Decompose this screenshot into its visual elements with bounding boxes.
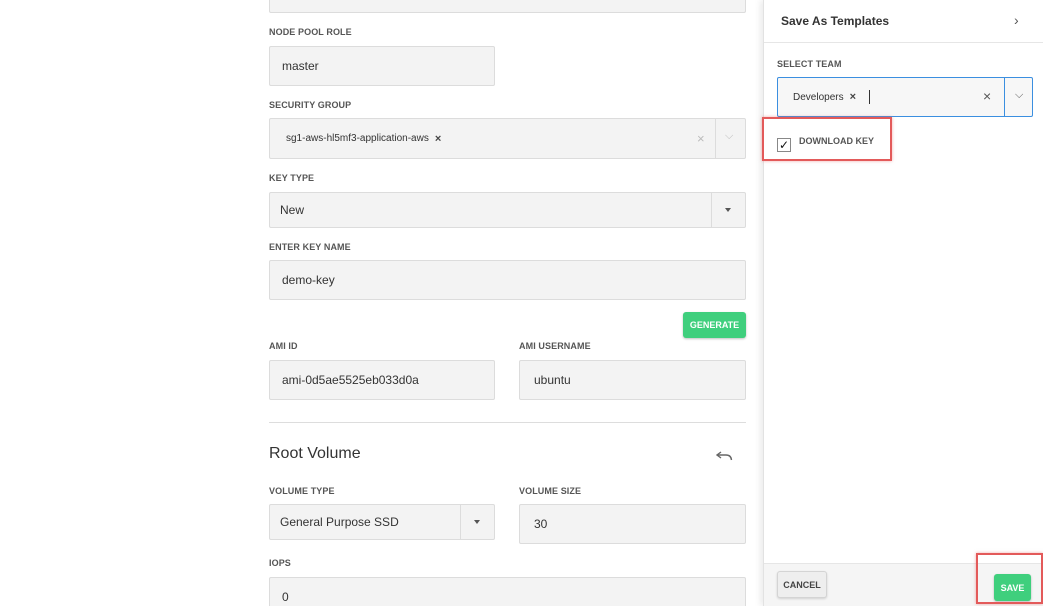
node-pool-role-input[interactable]: master bbox=[269, 46, 495, 86]
volume-size-input[interactable]: 30 bbox=[519, 504, 746, 544]
ami-username-label: AMI USERNAME bbox=[519, 341, 591, 351]
ami-id-input[interactable]: ami-0d5ae5525eb033d0a bbox=[269, 360, 495, 400]
team-chip: Developers × bbox=[793, 91, 856, 103]
save-button[interactable]: SAVE bbox=[994, 574, 1031, 601]
panel-footer: CANCEL SAVE bbox=[764, 563, 1043, 606]
volume-type-label: VOLUME TYPE bbox=[269, 486, 335, 496]
page: NODE POOL ROLE master SECURITY GROUP sg1… bbox=[0, 0, 1043, 606]
cancel-button[interactable]: CANCEL bbox=[777, 571, 827, 598]
download-key-option[interactable]: ✓ DOWNLOAD KEY bbox=[777, 130, 874, 152]
key-name-value: demo-key bbox=[282, 273, 335, 287]
remove-chip-icon[interactable]: × bbox=[850, 91, 856, 103]
download-key-checkbox[interactable]: ✓ bbox=[777, 138, 791, 152]
volume-type-value: General Purpose SSD bbox=[280, 515, 399, 529]
node-pool-role-label: NODE POOL ROLE bbox=[269, 27, 352, 37]
key-type-label: KEY TYPE bbox=[269, 173, 315, 183]
key-type-value: New bbox=[280, 203, 305, 217]
volume-type-select[interactable]: General Purpose SSD bbox=[269, 504, 495, 540]
caret-down-icon[interactable] bbox=[474, 520, 480, 524]
download-key-label: DOWNLOAD KEY bbox=[799, 136, 874, 146]
divider bbox=[711, 193, 712, 227]
select-team-input[interactable]: Developers × × ⌵ bbox=[777, 77, 1033, 117]
clear-icon[interactable]: × bbox=[697, 131, 705, 146]
panel-title: Save As Templates bbox=[781, 14, 890, 28]
chevron-right-icon[interactable]: › bbox=[1014, 12, 1019, 28]
divider bbox=[715, 119, 716, 158]
cluster-form: NODE POOL ROLE master SECURITY GROUP sg1… bbox=[0, 0, 763, 606]
previous-field-bottom[interactable] bbox=[269, 0, 746, 13]
chevron-down-icon[interactable]: ⌵ bbox=[1015, 89, 1023, 102]
generate-button[interactable]: GENERATE bbox=[683, 312, 746, 338]
ami-username-input[interactable]: ubuntu bbox=[519, 360, 746, 400]
security-group-select[interactable]: sg1-aws-hl5mf3-application-aws × bbox=[269, 118, 746, 159]
key-name-input[interactable]: demo-key bbox=[269, 260, 746, 300]
clear-icon[interactable]: × bbox=[983, 88, 991, 104]
section-divider bbox=[269, 422, 746, 423]
security-group-label: SECURITY GROUP bbox=[269, 100, 352, 110]
iops-label: IOPS bbox=[269, 558, 291, 568]
remove-chip-icon[interactable]: × bbox=[435, 133, 441, 145]
ami-id-value: ami-0d5ae5525eb033d0a bbox=[282, 373, 419, 387]
save-template-panel: Save As Templates › SELECT TEAM Develope… bbox=[762, 0, 1043, 606]
divider bbox=[1004, 78, 1005, 116]
team-chip-label: Developers bbox=[793, 91, 844, 103]
undo-icon[interactable] bbox=[716, 450, 733, 462]
node-pool-role-value: master bbox=[282, 59, 319, 73]
text-cursor bbox=[869, 90, 870, 104]
caret-down-icon[interactable] bbox=[725, 208, 731, 212]
iops-value: 0 bbox=[282, 590, 289, 604]
security-group-chip-label: sg1-aws-hl5mf3-application-aws bbox=[286, 133, 429, 144]
panel-header: Save As Templates › bbox=[764, 0, 1043, 43]
chevron-down-icon[interactable]: ⌵ bbox=[725, 130, 733, 143]
volume-size-label: VOLUME SIZE bbox=[519, 486, 582, 496]
key-name-label: ENTER KEY NAME bbox=[269, 242, 351, 252]
ami-id-label: AMI ID bbox=[269, 341, 298, 351]
divider bbox=[460, 505, 461, 539]
security-group-chip: sg1-aws-hl5mf3-application-aws × bbox=[286, 133, 441, 145]
volume-size-value: 30 bbox=[534, 517, 548, 531]
ami-username-value: ubuntu bbox=[534, 373, 571, 387]
iops-input[interactable]: 0 bbox=[269, 577, 746, 606]
check-icon: ✓ bbox=[778, 138, 790, 152]
select-team-label: SELECT TEAM bbox=[777, 59, 842, 69]
root-volume-title: Root Volume bbox=[269, 445, 361, 462]
key-type-select[interactable]: New bbox=[269, 192, 746, 228]
